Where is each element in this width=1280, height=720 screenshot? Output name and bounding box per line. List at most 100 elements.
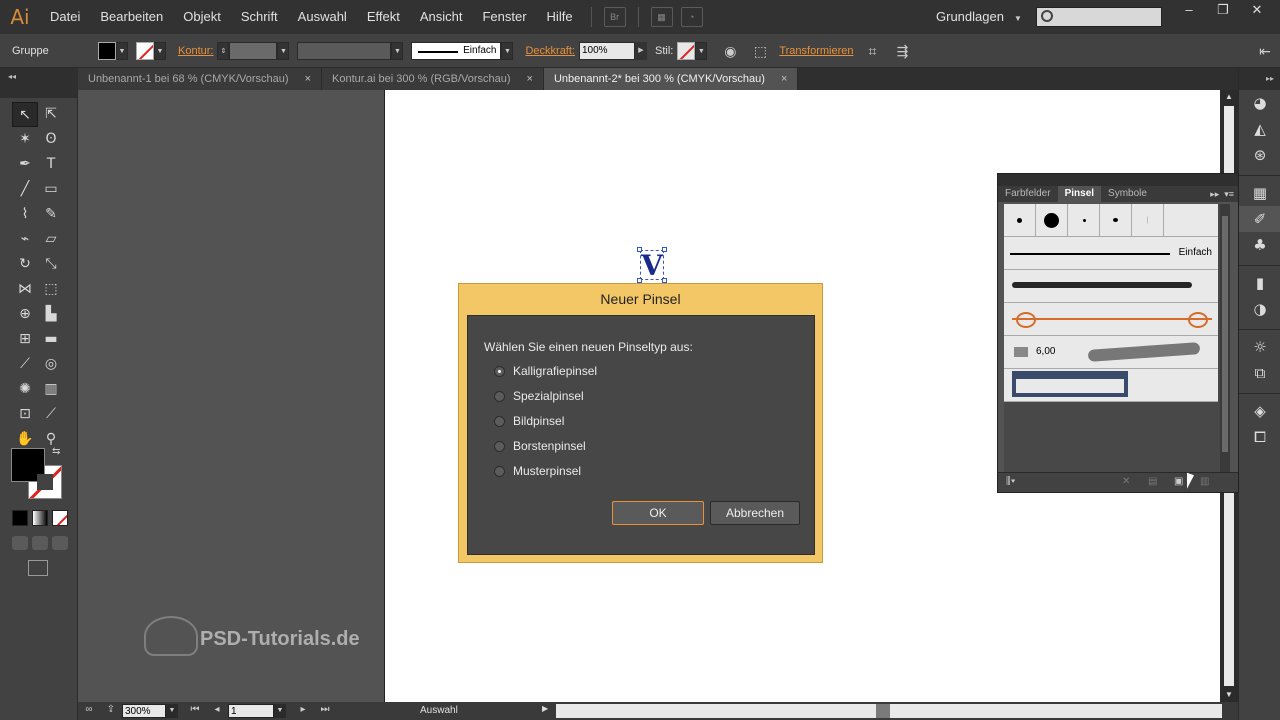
rotate-tool-icon[interactable]: ↻ bbox=[12, 252, 38, 277]
minimize-button[interactable]: – bbox=[1172, 0, 1206, 22]
ok-button[interactable]: OK bbox=[612, 501, 704, 525]
zoom-dropdown[interactable]: ▼ bbox=[166, 704, 178, 718]
paintbrush-tool-icon[interactable]: ⌇ bbox=[12, 202, 38, 227]
gradient-mode-button[interactable] bbox=[32, 510, 48, 526]
selection-handle[interactable] bbox=[662, 247, 667, 252]
scroll-down-icon[interactable]: ▼ bbox=[1220, 688, 1238, 702]
first-artboard-icon[interactable]: ⏮ bbox=[186, 704, 204, 718]
search-input[interactable] bbox=[1036, 7, 1162, 27]
status-text[interactable]: Auswahl bbox=[420, 702, 458, 720]
width-tool-icon[interactable]: ⋈ bbox=[12, 277, 38, 302]
panel-menu-icon[interactable]: ▸▸ ▾≡ bbox=[1210, 186, 1234, 202]
blob-brush-tool-icon[interactable]: ⌁ bbox=[12, 227, 38, 252]
gradient-tool-icon[interactable]: ▬ bbox=[38, 327, 64, 352]
color-mode-button[interactable] bbox=[12, 510, 28, 526]
symbols-panel-icon[interactable]: ♣ bbox=[1239, 232, 1280, 258]
menu-ansicht[interactable]: Ansicht bbox=[410, 0, 473, 34]
appearance-panel-icon[interactable]: ☼ bbox=[1239, 334, 1280, 360]
align-icon[interactable]: ⬚ bbox=[749, 40, 771, 62]
brush-item[interactable] bbox=[1036, 204, 1068, 237]
brush-item-art[interactable] bbox=[1004, 303, 1218, 336]
stroke-link[interactable]: Kontur: bbox=[174, 45, 217, 57]
radio-borstenpinsel[interactable]: Borstenpinsel bbox=[494, 439, 586, 453]
previous-artboard-icon[interactable]: ◂ bbox=[208, 704, 226, 718]
type-tool-icon[interactable]: T bbox=[38, 152, 64, 177]
brush-item[interactable] bbox=[1132, 204, 1164, 237]
last-artboard-icon[interactable]: ⏭ bbox=[316, 704, 334, 718]
radio-button[interactable] bbox=[494, 415, 505, 427]
brush-item-pattern[interactable] bbox=[1004, 369, 1218, 402]
tab-symbole[interactable]: Symbole bbox=[1101, 186, 1154, 202]
artboard-field[interactable]: 1 bbox=[228, 704, 274, 718]
radio-spezialpinsel[interactable]: Spezialpinsel bbox=[494, 389, 584, 403]
radio-button[interactable] bbox=[494, 365, 505, 377]
eyedropper-tool-icon[interactable]: ⟋ bbox=[12, 352, 38, 377]
export-icon[interactable]: ⇪ bbox=[102, 704, 120, 718]
graphic-styles-icon[interactable]: ⧉ bbox=[1239, 360, 1280, 386]
horizontal-scrollbar[interactable] bbox=[556, 704, 1222, 718]
gradient-panel-icon[interactable]: ▮ bbox=[1239, 270, 1280, 296]
free-transform-tool-icon[interactable]: ⬚ bbox=[38, 277, 64, 302]
menu-hilfe[interactable]: Hilfe bbox=[537, 0, 583, 34]
close-icon[interactable]: × bbox=[305, 68, 311, 90]
scale-tool-icon[interactable]: ⤡ bbox=[38, 252, 64, 277]
draw-normal-icon[interactable] bbox=[12, 536, 28, 550]
menu-auswahl[interactable]: Auswahl bbox=[288, 0, 357, 34]
bridge-button[interactable]: Br bbox=[603, 7, 626, 27]
collapse-icon[interactable]: ◂◂ bbox=[8, 72, 16, 81]
fill-dropdown[interactable]: ▼ bbox=[116, 41, 128, 60]
brushes-panel-icon[interactable]: ✐ bbox=[1239, 206, 1280, 232]
radio-musterpinsel[interactable]: Musterpinsel bbox=[494, 464, 581, 478]
gpu-performance-icon[interactable]: ◔ bbox=[680, 7, 703, 27]
draw-inside-icon[interactable] bbox=[52, 536, 68, 550]
blend-tool-icon[interactable]: ◎ bbox=[38, 352, 64, 377]
perspective-grid-tool-icon[interactable]: ▙ bbox=[38, 302, 64, 327]
cc-icon[interactable]: ∞ bbox=[80, 704, 98, 718]
tab-kontur[interactable]: Kontur.ai bei 300 % (RGB/Vorschau) × bbox=[322, 68, 544, 90]
none-mode-button[interactable] bbox=[52, 510, 68, 526]
magic-wand-tool-icon[interactable]: ✶ bbox=[12, 127, 38, 152]
menu-objekt[interactable]: Objekt bbox=[173, 0, 231, 34]
brush-item-charcoal[interactable] bbox=[1004, 270, 1218, 303]
lasso-tool-icon[interactable]: ʘ bbox=[38, 127, 64, 152]
brush-item[interactable] bbox=[1100, 204, 1132, 237]
symbol-sprayer-tool-icon[interactable]: ✺ bbox=[12, 377, 38, 402]
status-menu-icon[interactable]: ▶ bbox=[542, 704, 548, 713]
scroll-thumb[interactable] bbox=[1222, 216, 1228, 452]
brush-list-scrollbar[interactable] bbox=[1220, 204, 1230, 472]
dialog-title[interactable]: Neuer Pinsel bbox=[459, 284, 822, 314]
brush-item-einfach[interactable]: Einfach bbox=[1004, 237, 1218, 270]
radio-kalligrafiepinsel[interactable]: Kalligrafiepinsel bbox=[494, 364, 597, 378]
cancel-button[interactable]: Abbrechen bbox=[710, 501, 800, 525]
pen-tool-icon[interactable]: ✒ bbox=[12, 152, 38, 177]
brush-options-icon[interactable]: ▤ bbox=[1148, 476, 1157, 487]
menu-bearbeiten[interactable]: Bearbeiten bbox=[90, 0, 173, 34]
stroke-swatch[interactable] bbox=[136, 41, 154, 60]
panel-menu-icon[interactable]: ⇤ bbox=[1254, 40, 1276, 62]
column-graph-tool-icon[interactable]: ▥ bbox=[38, 377, 64, 402]
envelope-icon[interactable]: ⇶ bbox=[892, 40, 914, 62]
scroll-up-icon[interactable]: ▲ bbox=[1220, 90, 1238, 104]
menu-effekt[interactable]: Effekt bbox=[357, 0, 410, 34]
artboards-panel-icon[interactable]: ⧠ bbox=[1239, 424, 1280, 450]
slice-tool-icon[interactable]: ⟋ bbox=[38, 402, 64, 427]
variable-width-profile[interactable] bbox=[297, 41, 392, 60]
panel-grip[interactable] bbox=[998, 174, 1238, 186]
direct-selection-tool-icon[interactable]: ⇱ bbox=[38, 102, 64, 127]
dock-expand-icon[interactable]: ▸▸ bbox=[1239, 68, 1280, 90]
rectangle-tool-icon[interactable]: ▭ bbox=[38, 177, 64, 202]
brush-library-icon[interactable]: ⫼▾ bbox=[1006, 476, 1015, 487]
menu-fenster[interactable]: Fenster bbox=[472, 0, 536, 34]
new-brush-icon[interactable]: ▣ bbox=[1174, 476, 1183, 487]
graphic-style-swatch[interactable] bbox=[677, 41, 696, 60]
artboard-dropdown[interactable]: ▼ bbox=[274, 704, 286, 718]
isolate-icon[interactable]: ⌗ bbox=[862, 40, 884, 62]
radio-button[interactable] bbox=[494, 440, 505, 452]
selection-tool-icon[interactable]: ↖ bbox=[12, 102, 38, 127]
tab-unbenannt-1[interactable]: Unbenannt-1 bei 68 % (CMYK/Vorschau) × bbox=[78, 68, 322, 90]
arrange-documents-icon[interactable]: ▦ bbox=[650, 7, 673, 27]
restore-button[interactable]: ❐ bbox=[1206, 0, 1240, 22]
profile-dropdown[interactable]: ▼ bbox=[391, 41, 404, 60]
remove-stroke-icon[interactable]: ✕ bbox=[1122, 476, 1130, 487]
close-icon[interactable]: × bbox=[781, 68, 787, 90]
